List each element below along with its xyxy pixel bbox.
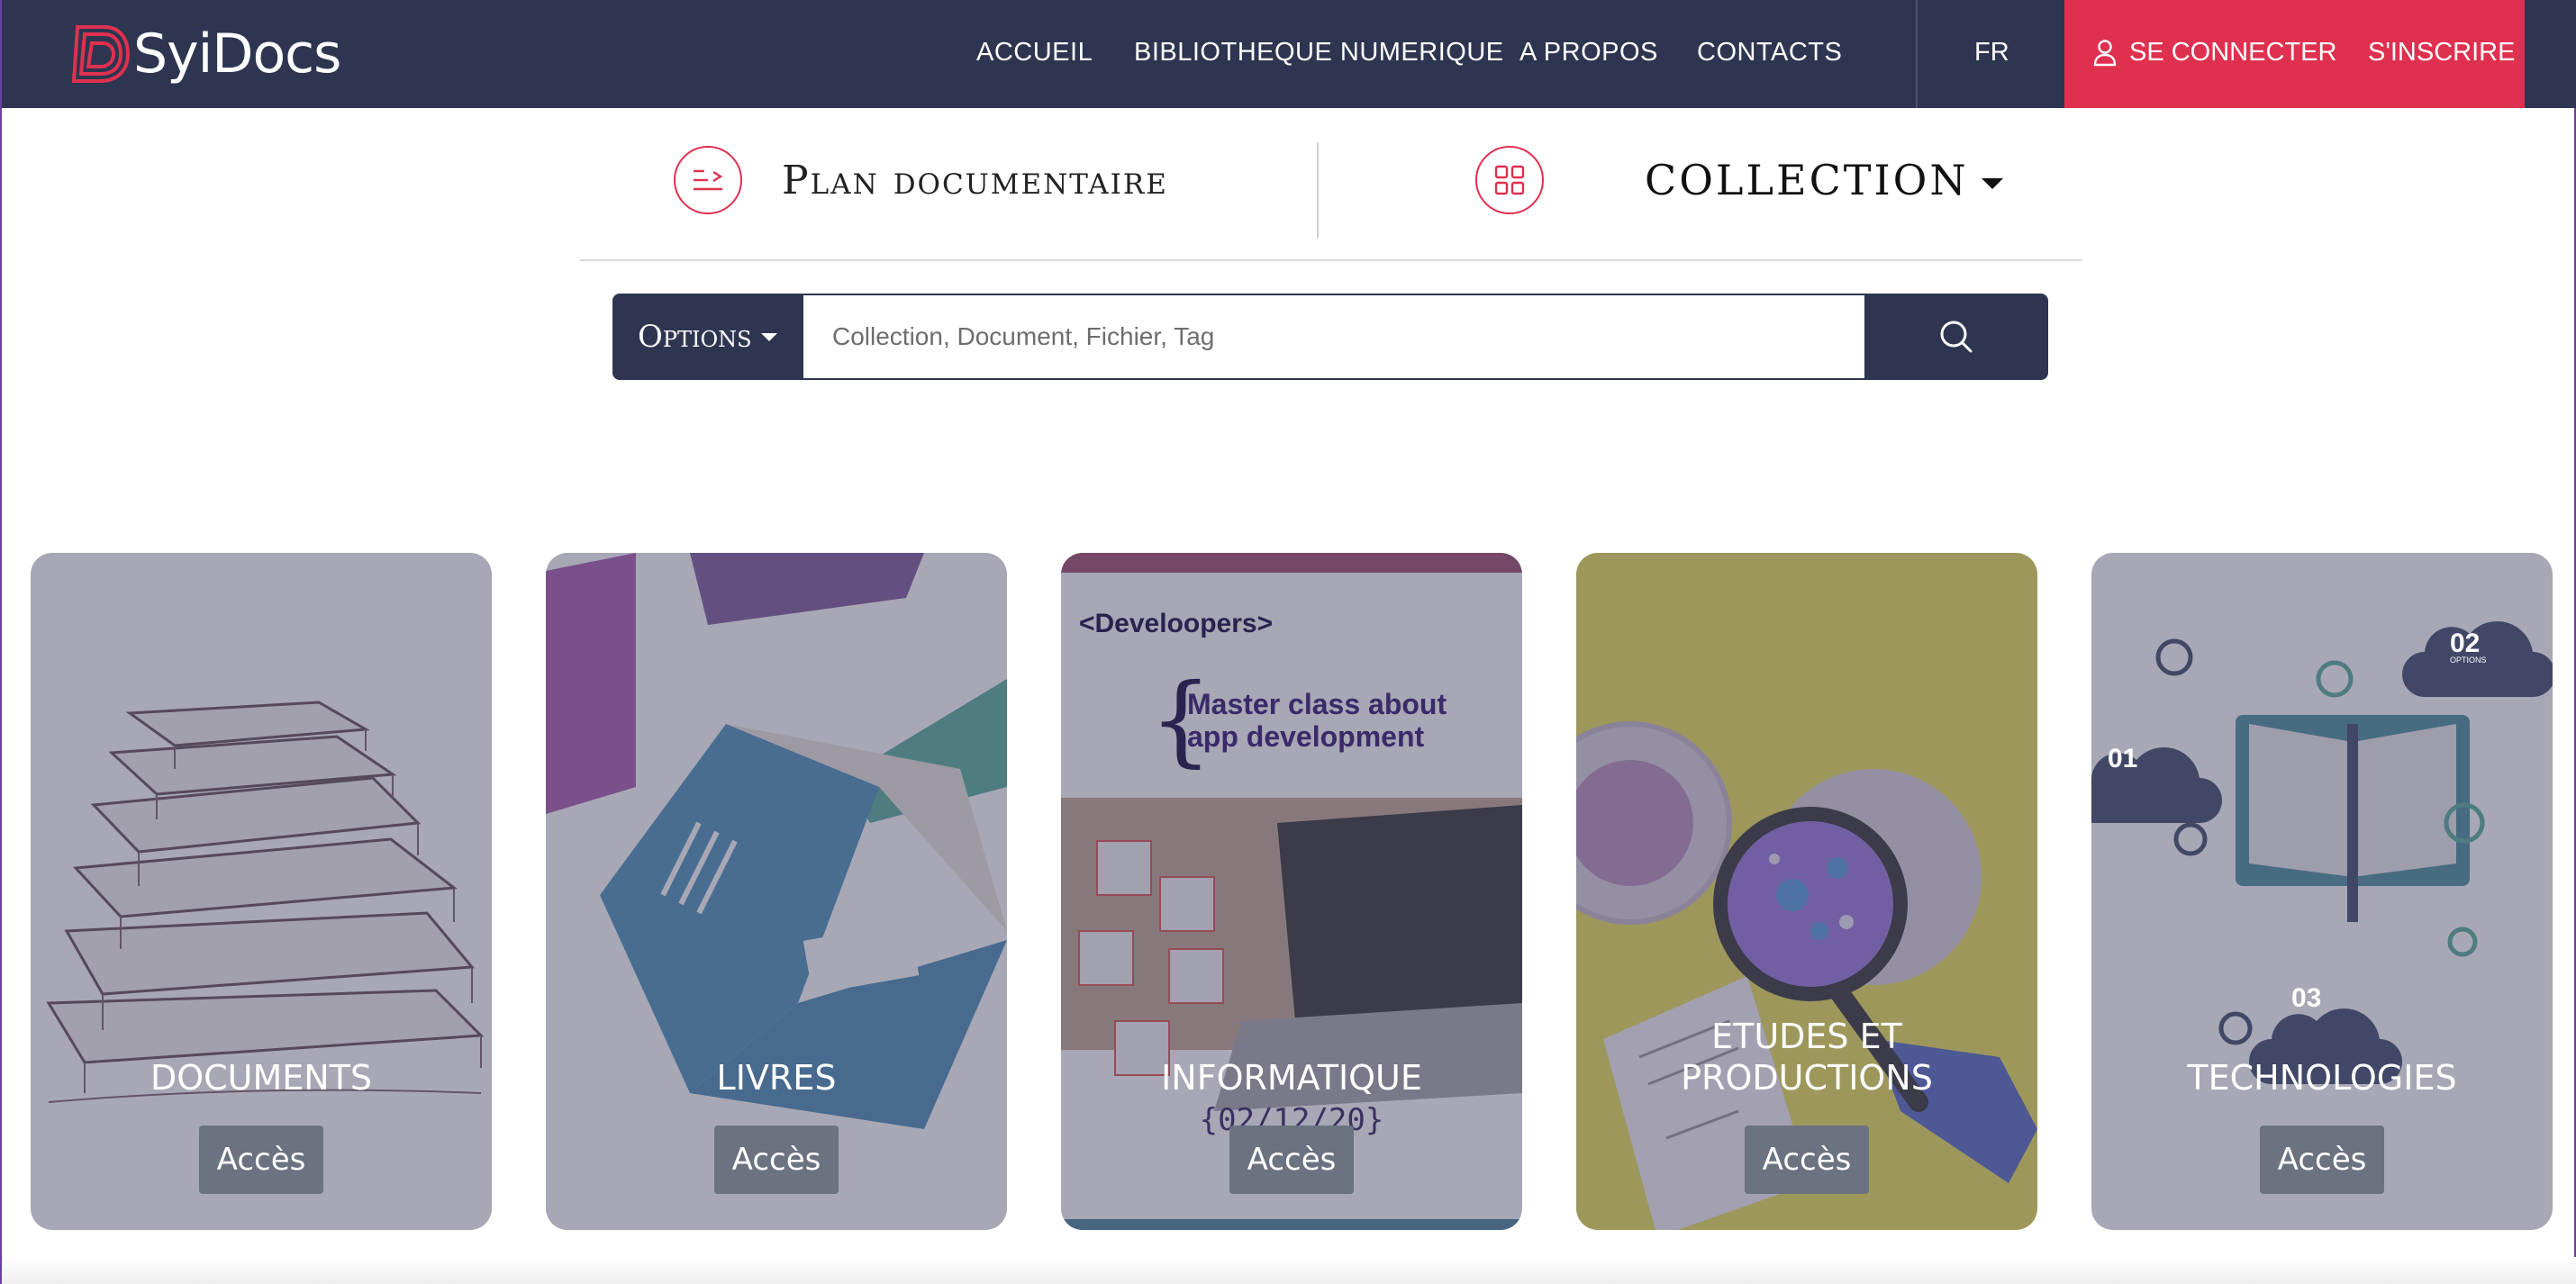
top-navbar: SyiDocs ACCUEIL BIBLIOTHEQUE NUMERIQUE A… (2, 0, 2576, 108)
syidocs-logo-icon (71, 25, 131, 83)
search-icon (1940, 321, 1973, 353)
language-switch[interactable]: FR (1974, 38, 2009, 68)
chevron-down-icon (1981, 178, 2003, 189)
nav-a-propos[interactable]: A PROPOS (1519, 38, 1658, 68)
card-title-line2: PRODUCTIONS (1681, 1058, 1933, 1098)
bottom-fade (2, 1257, 2576, 1284)
brand-name: SyiDocs (133, 23, 341, 86)
art-badge-3: 03 (2291, 983, 2322, 1013)
art-brand-text: <Develoopers> (1079, 609, 1274, 638)
collection-text: COLLECTION (1645, 156, 1969, 204)
login-button[interactable]: SE CONNECTER (2093, 38, 2336, 68)
options-label: Options (638, 319, 752, 355)
art-headline-line2: app development (1187, 720, 1425, 753)
nav-bibliotheque-numerique[interactable]: BIBLIOTHEQUE NUMERIQUE (1134, 38, 1504, 68)
card-title-line1: ETUDES ET (1711, 1017, 1902, 1056)
card-access-button[interactable]: Accès (199, 1126, 323, 1194)
art-badge-1: 01 (2108, 744, 2138, 773)
search-input[interactable] (803, 295, 1864, 378)
brace-icon: { (1149, 662, 1212, 777)
card-title: DOCUMENTS (150, 1058, 373, 1098)
card-title: ETUDES ET PRODUCTIONS (1576, 1016, 2037, 1099)
login-label: SE CONNECTER (2129, 38, 2337, 67)
category-card-documents[interactable]: DOCUMENTS Accès (31, 553, 492, 1230)
art-badge-sub: OPTIONS (2450, 656, 2487, 665)
options-dropdown[interactable]: Options (614, 295, 803, 378)
art-headline: Master class about app development (1187, 688, 1447, 753)
category-card-technologies[interactable]: 01 02 OPTIONS 03 TECHNOLOGIES Accès (2091, 553, 2553, 1230)
plan-documentaire-toggle[interactable]: Plan documentaire (674, 146, 1168, 214)
category-card-informatique[interactable]: <Develoopers> Master class about app dev… (1061, 553, 1522, 1230)
chevron-down-icon (760, 332, 777, 341)
search-button[interactable] (1864, 295, 2046, 378)
art-headline-line1: Master class about (1187, 688, 1447, 720)
signup-button[interactable]: S'INSCRIRE (2368, 38, 2515, 68)
grid-icon (1494, 165, 1525, 195)
plan-documentaire-label: Plan documentaire (782, 157, 1168, 203)
user-icon (2093, 39, 2117, 66)
nav-contacts[interactable]: CONTACTS (1697, 38, 1842, 68)
outline-arrow-icon (694, 169, 723, 191)
art-badge-2: 02 (2450, 628, 2481, 658)
card-title: TECHNOLOGIES (2187, 1058, 2457, 1098)
card-title: INFORMATIQUE (1161, 1058, 1422, 1098)
nav-accueil[interactable]: ACCUEIL (976, 38, 1093, 68)
toggle-separator (1317, 142, 1319, 238)
collection-label: COLLECTION (1645, 156, 2003, 204)
collection-toggle[interactable]: COLLECTION (1475, 146, 2003, 214)
card-access-button[interactable]: Accès (2260, 1126, 2384, 1194)
card-title: LIVRES (716, 1058, 837, 1098)
category-card-etudes-et-productions[interactable]: ETUDES ET PRODUCTIONS Accès (1576, 553, 2037, 1230)
collection-circle (1475, 146, 1544, 214)
card-access-button[interactable]: Accès (1745, 1126, 1869, 1194)
auth-block: SE CONNECTER S'INSCRIRE (2064, 0, 2525, 108)
card-access-button[interactable]: Accès (1229, 1126, 1354, 1194)
search-bar: Options (612, 294, 2048, 380)
brand-logo[interactable]: SyiDocs (65, 20, 341, 88)
card-access-button[interactable]: Accès (714, 1126, 839, 1194)
view-toggle-row: Plan documentaire COLLECTION (580, 108, 2082, 261)
category-card-livres[interactable]: LIVRES Accès (546, 553, 1007, 1230)
plan-circle (674, 146, 742, 214)
nav-divider (1916, 0, 1918, 108)
